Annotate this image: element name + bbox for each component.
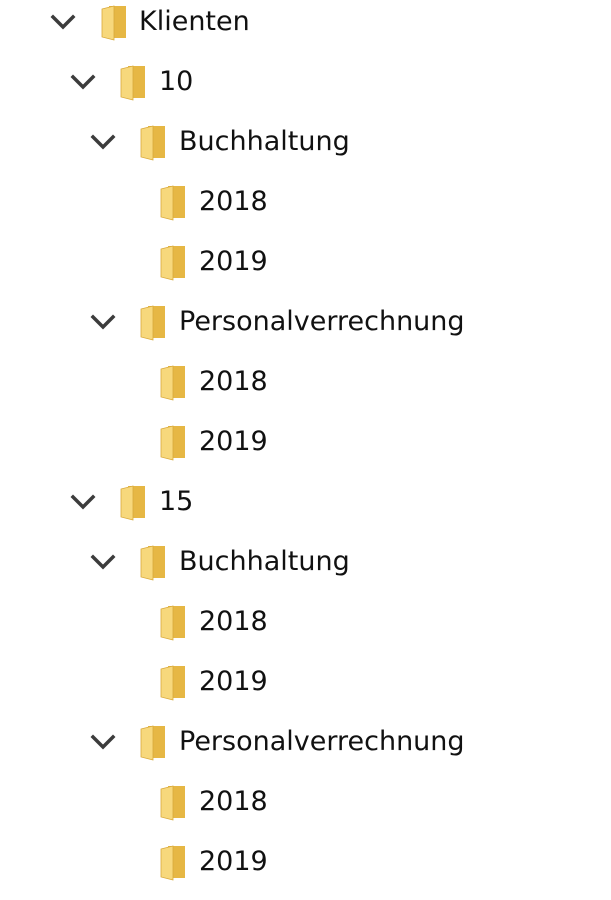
tree-node-label: Klienten [139, 6, 250, 37]
tree-node-15[interactable]: 15 [0, 480, 611, 540]
folder-icon [160, 845, 186, 881]
folder-icon [160, 785, 186, 821]
folder-tree: Klienten 10 Buchhaltung 2018 2019 Person… [0, 0, 611, 898]
folder-icon [160, 665, 186, 701]
tree-node-label: Buchhaltung [179, 126, 350, 157]
tree-node-label: Personalverrechnung [179, 306, 465, 337]
chevron-down-icon[interactable] [89, 730, 117, 756]
chevron-down-icon[interactable] [69, 490, 97, 516]
tree-node-label: 2019 [199, 426, 268, 457]
folder-icon [160, 425, 186, 461]
folder-icon [140, 545, 166, 581]
tree-node-2018[interactable]: 2018 [0, 360, 611, 420]
tree-node-label: 2019 [199, 246, 268, 277]
chevron-down-icon[interactable] [89, 130, 117, 156]
folder-icon [160, 245, 186, 281]
tree-node-2019[interactable]: 2019 [0, 420, 611, 480]
chevron-down-icon[interactable] [89, 310, 117, 336]
tree-node-label: Personalverrechnung [179, 726, 465, 757]
tree-node-buchhaltung[interactable]: Buchhaltung [0, 120, 611, 180]
tree-node-2018[interactable]: 2018 [0, 600, 611, 660]
tree-node-klienten[interactable]: Klienten [0, 0, 611, 60]
folder-icon [160, 605, 186, 641]
chevron-down-icon[interactable] [69, 70, 97, 96]
folder-icon [101, 5, 127, 41]
tree-node-2019[interactable]: 2019 [0, 240, 611, 300]
tree-node-personalverrechnung[interactable]: Personalverrechnung [0, 300, 611, 360]
chevron-down-icon[interactable] [89, 550, 117, 576]
tree-node-personalverrechnung[interactable]: Personalverrechnung [0, 720, 611, 780]
tree-node-10[interactable]: 10 [0, 60, 611, 120]
folder-icon [140, 305, 166, 341]
tree-node-label: 2018 [199, 606, 268, 637]
tree-node-label: 2018 [199, 786, 268, 817]
tree-node-2018[interactable]: 2018 [0, 180, 611, 240]
tree-node-label: Buchhaltung [179, 546, 350, 577]
folder-icon [140, 125, 166, 161]
tree-node-label: 2018 [199, 366, 268, 397]
tree-node-label: 2018 [199, 186, 268, 217]
tree-node-2018[interactable]: 2018 [0, 780, 611, 840]
folder-icon [120, 65, 146, 101]
tree-node-label: 10 [159, 66, 194, 97]
chevron-down-icon[interactable] [49, 10, 77, 36]
tree-node-label: 2019 [199, 846, 268, 877]
tree-node-2019[interactable]: 2019 [0, 840, 611, 900]
tree-node-2019[interactable]: 2019 [0, 660, 611, 720]
tree-node-label: 15 [159, 486, 194, 517]
folder-icon [160, 185, 186, 221]
folder-icon [140, 725, 166, 761]
folder-icon [160, 365, 186, 401]
folder-icon [120, 485, 146, 521]
tree-node-buchhaltung[interactable]: Buchhaltung [0, 540, 611, 600]
tree-node-label: 2019 [199, 666, 268, 697]
